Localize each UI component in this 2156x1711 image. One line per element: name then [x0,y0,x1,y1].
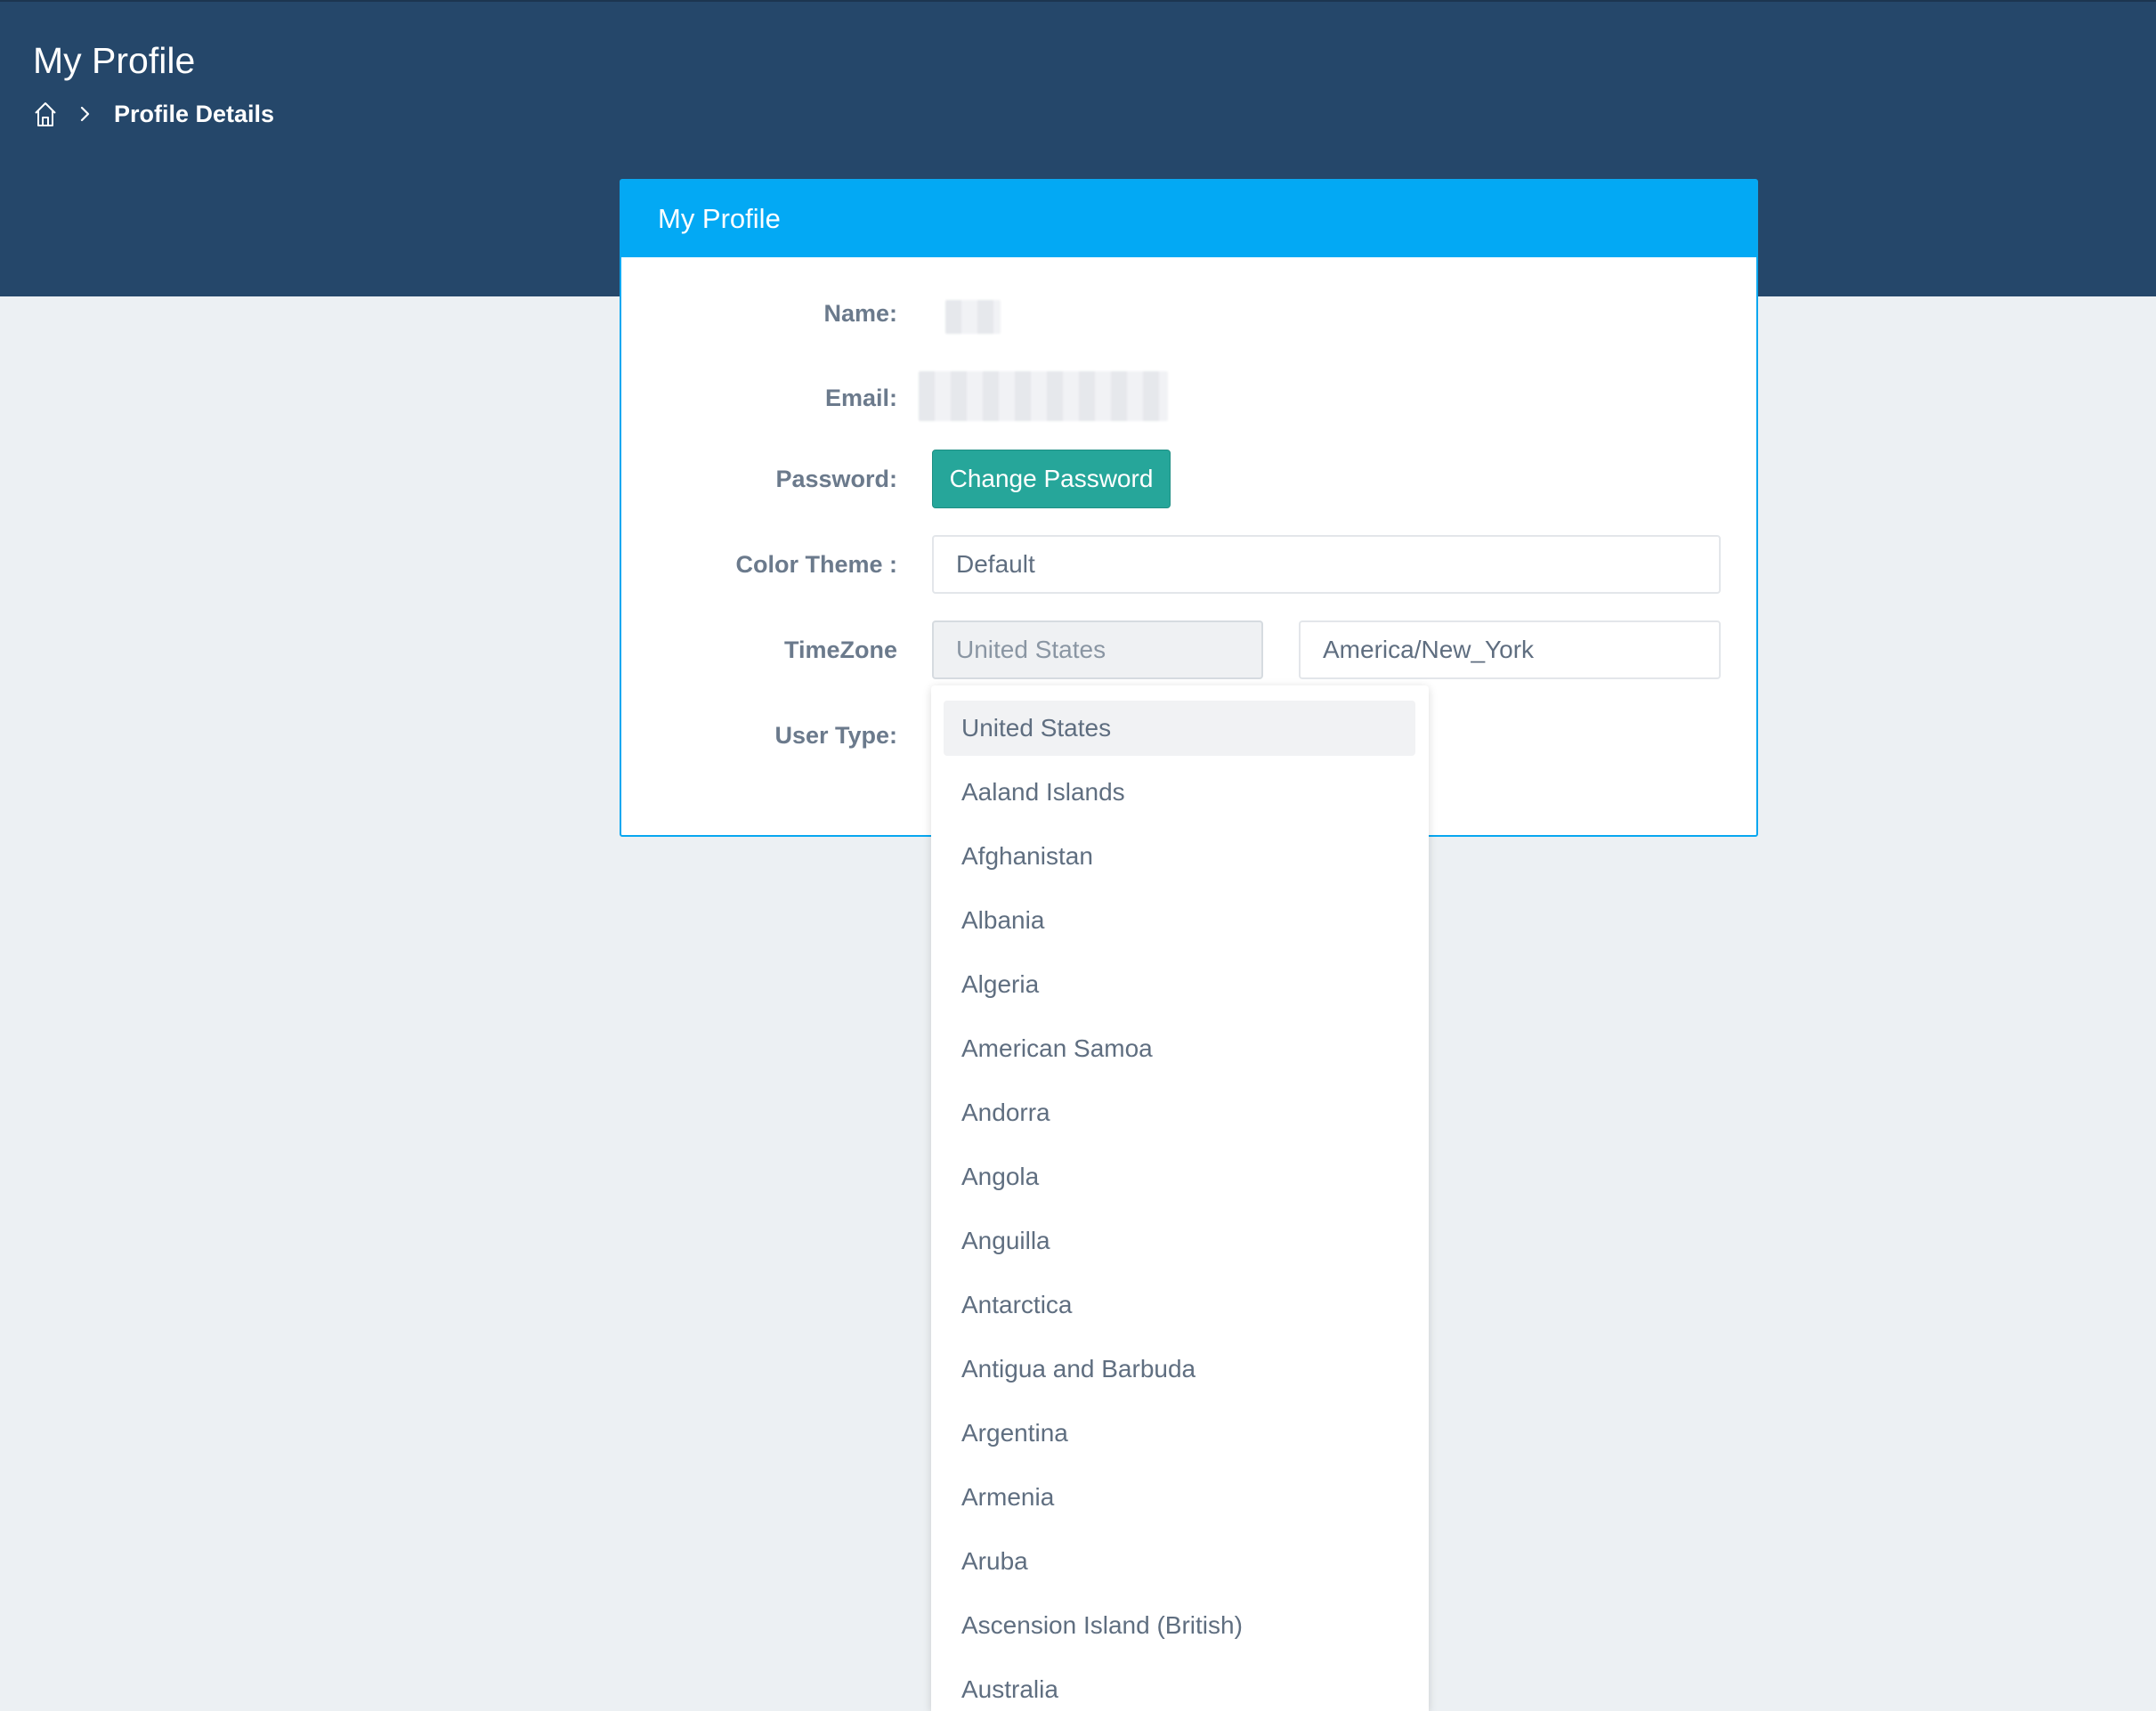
password-label: Password: [775,466,897,492]
dropdown-option-selected[interactable]: United States [944,701,1415,756]
color-theme-label: Color Theme : [735,551,897,578]
breadcrumb-current: Profile Details [114,101,275,127]
dropdown-option[interactable]: Ascension Island (British) [944,1598,1415,1653]
dropdown-option[interactable]: Argentina [944,1406,1415,1461]
dropdown-option[interactable]: Anguilla [944,1213,1415,1269]
name-label: Name: [823,300,897,327]
dropdown-option[interactable]: Aaland Islands [944,765,1415,820]
color-theme-select[interactable]: Default [932,535,1721,594]
timezone-label: TimeZone [783,637,897,663]
card-header: My Profile [621,181,1756,257]
breadcrumb: Profile Details [33,96,274,132]
timezone-country-select[interactable]: United States [932,620,1263,679]
dropdown-option[interactable]: Albania [944,893,1415,948]
name-value-redacted [945,300,1001,334]
home-icon[interactable] [33,100,58,128]
dropdown-option[interactable]: Antigua and Barbuda [944,1342,1415,1397]
email-label: Email: [824,385,897,411]
page-title: My Profile [33,40,196,81]
chevron-right-icon [58,103,93,125]
email-value-redacted [919,371,1168,421]
change-password-button[interactable]: Change Password [932,450,1171,508]
dropdown-option[interactable]: Algeria [944,957,1415,1012]
dropdown-option[interactable]: Afghanistan [944,829,1415,884]
dropdown-option[interactable]: Australia [944,1662,1415,1711]
timezone-zone-select[interactable]: America/New_York [1299,620,1721,679]
user-type-label: User Type: [774,722,897,749]
country-dropdown-list[interactable]: United States Aaland Islands Afghanistan… [931,685,1429,1711]
dropdown-option[interactable]: Angola [944,1149,1415,1204]
dropdown-option[interactable]: American Samoa [944,1021,1415,1076]
dropdown-option[interactable]: Antarctica [944,1277,1415,1333]
card-title: My Profile [658,203,781,234]
dropdown-option[interactable]: Armenia [944,1470,1415,1525]
dropdown-option[interactable]: Aruba [944,1534,1415,1589]
dropdown-option[interactable]: Andorra [944,1085,1415,1140]
